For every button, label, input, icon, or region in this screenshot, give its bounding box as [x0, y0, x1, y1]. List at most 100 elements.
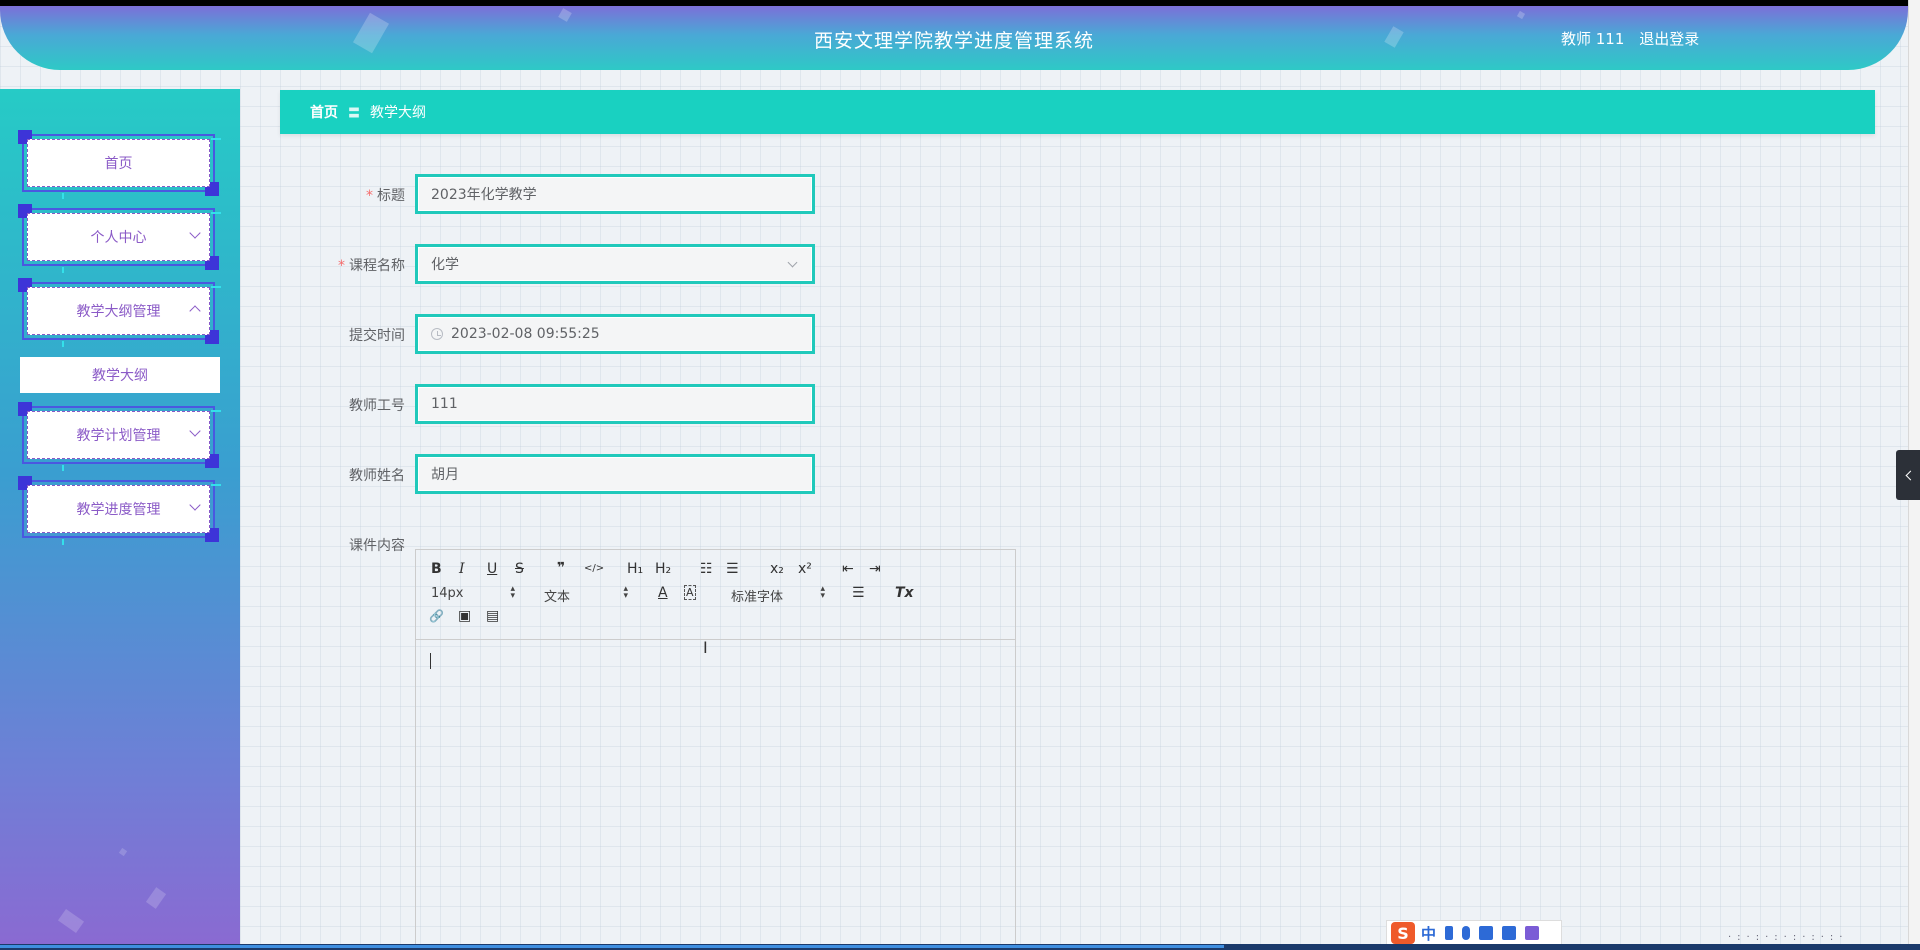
- teacher-id-input[interactable]: 111: [415, 384, 815, 424]
- title-input-value: 2023年化学教学: [431, 187, 537, 203]
- submit-time-value: 2023-02-08 09:55:25: [451, 326, 600, 342]
- underline-button[interactable]: U: [487, 561, 497, 577]
- text-cursor-icon: I: [703, 638, 708, 657]
- subscript-button[interactable]: x₂: [770, 561, 784, 577]
- menu-tick: [62, 465, 64, 471]
- sidebar-item-teaching-plan-management[interactable]: 教学计划管理: [18, 402, 221, 471]
- collapse-panel-button[interactable]: [1896, 450, 1920, 500]
- clock-icon: [431, 328, 443, 340]
- indent-decrease-button[interactable]: ⇤: [842, 561, 854, 577]
- sidebar-subitem-syllabus[interactable]: 教学大纲: [20, 357, 220, 393]
- teacher-name-input[interactable]: 胡月: [415, 454, 815, 494]
- keyboard-icon[interactable]: [1479, 926, 1494, 940]
- skin-icon[interactable]: [1502, 926, 1517, 940]
- font-size-value: 14px: [431, 586, 464, 601]
- app-screen: 西安文理学院教学进度管理系统 教师 111 退出登录 首页 个人中心 教学大纲管…: [0, 6, 1908, 944]
- clean-format-button[interactable]: Tx: [895, 585, 914, 601]
- menu-tick: [211, 212, 221, 214]
- menu-tick: [211, 484, 221, 486]
- teacher-name-value: 胡月: [431, 467, 459, 483]
- title-input[interactable]: 2023年化学教学: [415, 174, 815, 214]
- chevron-left-icon: [1905, 470, 1915, 480]
- content-label: 课件内容: [349, 538, 405, 554]
- indent-increase-button[interactable]: ⇥: [869, 561, 881, 577]
- menu-tick: [211, 410, 221, 412]
- teacher-id-label: 教师工号: [349, 398, 405, 414]
- align-button[interactable]: ☰: [852, 585, 865, 601]
- course-name-label: * 课程名称: [338, 258, 405, 274]
- menu-tick: [211, 286, 221, 288]
- menu-tick: [62, 539, 64, 545]
- select-arrows-icon: ▴ ▾: [623, 584, 628, 601]
- select-arrows-icon: ▴ ▾: [510, 584, 515, 601]
- course-name-select[interactable]: 化学: [415, 244, 815, 284]
- sidebar-item-teaching-progress-management[interactable]: 教学进度管理: [18, 476, 221, 545]
- submit-time-label: 提交时间: [349, 328, 405, 344]
- breadcrumb-current: 教学大纲: [370, 105, 427, 121]
- breadcrumb-separator: 〓: [348, 105, 361, 120]
- sidebar-item-label: 教学计划管理: [27, 411, 210, 459]
- text-type-value: 文本: [544, 590, 571, 605]
- sidebar-item-syllabus-management[interactable]: 教学大纲管理: [18, 278, 221, 347]
- link-button[interactable]: 🔗: [429, 609, 444, 623]
- teacher-id-value: 111: [431, 396, 458, 412]
- punctuation-icon[interactable]: [1445, 926, 1454, 940]
- sidebar-item-label: 教学进度管理: [27, 485, 210, 533]
- header1-button[interactable]: H₁: [627, 561, 643, 577]
- sidebar-item-label: 首页: [27, 139, 210, 187]
- font-size-select[interactable]: 14px ▴ ▾: [431, 584, 515, 602]
- editor-content-area[interactable]: [416, 640, 1015, 944]
- breadcrumb-home[interactable]: 首页: [310, 102, 338, 122]
- submit-time-picker[interactable]: 2023-02-08 09:55:25: [415, 314, 815, 354]
- user-area: 教师 111 退出登录: [1561, 28, 1709, 49]
- required-mark: *: [366, 188, 373, 204]
- editor-toolbar: B I U S ❞ </> H₁ H₂ ☷ ☰ x₂ x² ⇤ ⇥ 14px ▴…: [416, 550, 1015, 640]
- toolbox-icon[interactable]: [1525, 926, 1540, 940]
- font-family-select[interactable]: 标准字体 ▴ ▾: [731, 584, 825, 606]
- bottom-bar: [0, 944, 1920, 950]
- ime-logo-icon[interactable]: S: [1391, 922, 1415, 944]
- menu-tick: [62, 341, 64, 347]
- background-color-button[interactable]: A: [684, 585, 696, 600]
- course-name-value: 化学: [431, 257, 459, 273]
- sidebar-item-home[interactable]: 首页: [18, 130, 221, 199]
- progress-bar: [0, 945, 1224, 948]
- ordered-list-button[interactable]: ☷: [700, 561, 713, 577]
- microphone-icon[interactable]: [1462, 926, 1471, 940]
- sidebar-item-label: 教学大纲管理: [27, 287, 210, 335]
- code-block-button[interactable]: </>: [584, 563, 604, 574]
- rich-text-editor: B I U S ❞ </> H₁ H₂ ☷ ☰ x₂ x² ⇤ ⇥ 14px ▴…: [415, 549, 1016, 944]
- font-family-value: 标准字体: [731, 590, 784, 605]
- top-header: 西安文理学院教学进度管理系统 教师 111 退出登录: [0, 6, 1908, 70]
- bold-button[interactable]: B: [431, 561, 442, 577]
- sidebar-item-personal-center[interactable]: 个人中心: [18, 204, 221, 273]
- required-mark: *: [338, 258, 345, 274]
- breadcrumb: 首页 〓 教学大纲: [280, 90, 1875, 134]
- title-label: * 标题: [366, 188, 405, 204]
- italic-button[interactable]: I: [459, 561, 465, 577]
- chevron-down-icon: [787, 257, 798, 267]
- header-decoration: [1516, 10, 1526, 20]
- select-arrows-icon: ▴ ▾: [820, 584, 825, 601]
- header2-button[interactable]: H₂: [655, 561, 671, 577]
- strike-button[interactable]: S: [515, 561, 524, 577]
- ime-toolbar: S 中: [1386, 920, 1562, 944]
- teacher-name-label: 教师姓名: [349, 468, 405, 484]
- superscript-button[interactable]: x²: [798, 561, 812, 577]
- menu-tick: [62, 193, 64, 199]
- font-color-button[interactable]: A: [658, 585, 668, 601]
- bullet-list-button[interactable]: ☰: [726, 561, 739, 577]
- ime-mode-toggle[interactable]: 中: [1421, 923, 1436, 944]
- sidebar-decoration: [57, 908, 85, 934]
- sidebar-decoration: [118, 847, 128, 857]
- video-button[interactable]: ▤: [486, 608, 499, 624]
- header-decoration: [558, 8, 572, 22]
- menu-tick: [62, 267, 64, 273]
- logout-button[interactable]: 退出登录: [1639, 30, 1699, 48]
- text-type-select[interactable]: 文本 ▴ ▾: [544, 584, 628, 606]
- image-button[interactable]: ▣: [458, 608, 471, 624]
- user-label: 教师 111: [1561, 30, 1625, 48]
- taskbar-tray: ·:·:·:·:·:·:·: [1728, 932, 1849, 943]
- blockquote-button[interactable]: ❞: [557, 560, 565, 576]
- menu-tick: [211, 138, 221, 140]
